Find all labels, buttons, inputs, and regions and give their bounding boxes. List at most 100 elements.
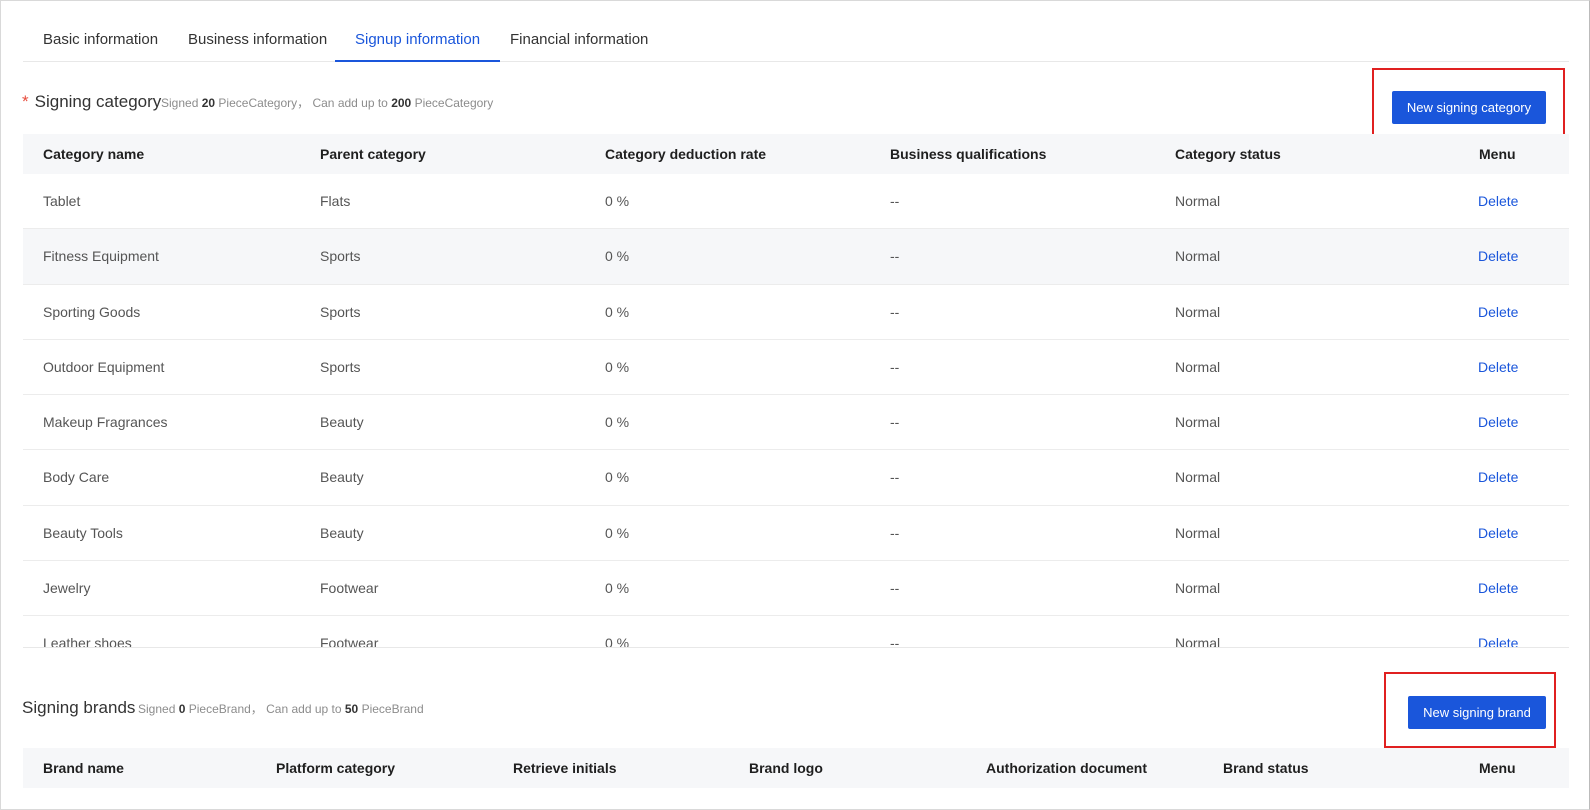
cell-category-name: Body Care: [43, 469, 110, 486]
delete-link[interactable]: Delete: [1478, 616, 1518, 647]
signing-brands-meta: Signed 0 PieceBrand， Can add up to 50 Pi…: [138, 700, 424, 717]
col-brand-status: Brand status: [1223, 760, 1309, 776]
signing-category-meta: Signed 20 PieceCategory， Can add up to 2…: [161, 94, 493, 111]
table-row: Leather shoes Footwear 0 % -- Normal Delete: [23, 616, 1569, 648]
table-row: Body Care Beauty 0 % -- Normal Delete: [23, 450, 1569, 506]
cell-deduction-rate: 0 %: [605, 414, 630, 431]
col-category-status: Category status: [1175, 146, 1281, 162]
col-retrieve-initials: Retrieve initials: [513, 760, 617, 776]
cell-business-qualifications: --: [890, 635, 900, 648]
cell-category-name: Fitness Equipment: [43, 248, 159, 265]
required-mark: *: [22, 92, 29, 111]
cell-parent-category: Beauty: [320, 524, 364, 541]
tab-basic-information[interactable]: Basic information: [43, 21, 158, 62]
delete-link[interactable]: Delete: [1478, 285, 1518, 340]
meta-suffix: PieceCategory: [414, 96, 494, 110]
cell-business-qualifications: --: [890, 469, 900, 486]
signing-category-title-text: Signing category: [34, 92, 162, 111]
col-platform-category: Platform category: [276, 760, 396, 776]
brand-table: Brand name Platform category Retrieve in…: [23, 748, 1569, 788]
signed-count: 0: [178, 702, 186, 716]
category-table-header: Category name Parent category Category d…: [23, 134, 1569, 174]
col-category-name: Category name: [43, 146, 145, 162]
cell-parent-category: Footwear: [320, 635, 379, 648]
delete-link[interactable]: Delete: [1478, 561, 1518, 616]
col-category-deduction-rate: Category deduction rate: [605, 146, 767, 162]
delete-link[interactable]: Delete: [1478, 506, 1518, 561]
meta-prefix: Signed: [161, 96, 199, 110]
cell-parent-category: Sports: [320, 303, 361, 320]
cell-category-status: Normal: [1175, 414, 1221, 431]
brand-table-header: Brand name Platform category Retrieve in…: [23, 748, 1569, 788]
delete-link[interactable]: Delete: [1478, 340, 1518, 395]
cell-business-qualifications: --: [890, 193, 900, 209]
cell-business-qualifications: --: [890, 248, 900, 265]
meta-suffix: PieceBrand: [361, 702, 424, 716]
cell-category-status: Normal: [1175, 635, 1221, 648]
tab-business-information[interactable]: Business information: [188, 21, 327, 62]
cell-business-qualifications: --: [890, 524, 900, 541]
table-row: Beauty Tools Beauty 0 % -- Normal Delete: [23, 506, 1569, 562]
col-brand-menu: Menu: [1479, 760, 1516, 776]
delete-link[interactable]: Delete: [1478, 174, 1518, 229]
col-brand-logo: Brand logo: [749, 760, 823, 776]
col-business-qualifications: Business qualifications: [890, 146, 1047, 162]
signing-brands-title: Signing brands: [22, 698, 136, 717]
cell-category-status: Normal: [1175, 469, 1221, 486]
table-row: Outdoor Equipment Sports 0 % -- Normal Delete: [23, 340, 1569, 396]
cell-business-qualifications: --: [890, 358, 900, 375]
cell-category-status: Normal: [1175, 358, 1221, 375]
cell-category-status: Normal: [1175, 524, 1221, 541]
new-signing-brand-button[interactable]: New signing brand: [1408, 696, 1546, 729]
cell-parent-category: Sports: [320, 358, 361, 375]
cell-parent-category: Flats: [320, 193, 351, 209]
cell-deduction-rate: 0 %: [605, 524, 630, 541]
cell-category-status: Normal: [1175, 193, 1221, 209]
meta-mid: PieceBrand， Can add up to: [188, 702, 342, 716]
cell-deduction-rate: 0 %: [605, 248, 630, 265]
cell-category-name: Sporting Goods: [43, 303, 141, 320]
cell-deduction-rate: 0 %: [605, 635, 630, 648]
meta-prefix: Signed: [138, 702, 176, 716]
table-row: Sporting Goods Sports 0 % -- Normal Delete: [23, 285, 1569, 340]
cell-category-name: Leather shoes: [43, 635, 132, 648]
delete-link[interactable]: Delete: [1478, 450, 1518, 505]
cell-deduction-rate: 0 %: [605, 193, 630, 209]
page-frame: Basic information Business information S…: [0, 0, 1590, 810]
delete-link[interactable]: Delete: [1478, 229, 1518, 284]
col-parent-category: Parent category: [320, 146, 426, 162]
cell-category-name: Jewelry: [43, 580, 91, 597]
cell-deduction-rate: 0 %: [605, 469, 630, 486]
category-table-body[interactable]: Tablet Flats 0 % -- Normal Delete Fitness Equi…: [23, 174, 1569, 648]
delete-link[interactable]: Delete: [1478, 395, 1518, 450]
table-row: Tablet Flats 0 % -- Normal Delete: [23, 174, 1569, 230]
category-table: Category name Parent category Category d…: [23, 134, 1569, 648]
info-tabs: Basic information Business information S…: [23, 21, 1569, 62]
table-row: Jewelry Footwear 0 % -- Normal Delete: [23, 561, 1569, 617]
cell-deduction-rate: 0 %: [605, 580, 630, 597]
cell-category-status: Normal: [1175, 303, 1221, 320]
tab-financial-information[interactable]: Financial information: [510, 21, 648, 62]
cell-deduction-rate: 0 %: [605, 358, 630, 375]
cell-parent-category: Beauty: [320, 414, 364, 431]
cell-business-qualifications: --: [890, 414, 900, 431]
cell-parent-category: Beauty: [320, 469, 364, 486]
tab-signup-information[interactable]: Signup information: [335, 21, 501, 62]
signed-count: 20: [201, 96, 216, 110]
new-signing-category-button[interactable]: New signing category: [1392, 91, 1546, 124]
cell-category-status: Normal: [1175, 248, 1221, 265]
col-authorization-document: Authorization document: [986, 760, 1147, 776]
cell-parent-category: Sports: [320, 248, 361, 265]
max-count: 200: [391, 96, 412, 110]
meta-mid: PieceCategory， Can add up to: [218, 96, 388, 110]
signing-category-title: * Signing category: [22, 92, 161, 112]
cell-category-name: Makeup Fragrances: [43, 414, 168, 431]
table-row: Makeup Fragrances Beauty 0 % -- Normal Delete: [23, 395, 1569, 451]
cell-category-name: Tablet: [43, 193, 81, 209]
cell-business-qualifications: --: [890, 580, 900, 597]
cell-category-name: Outdoor Equipment: [43, 358, 165, 375]
cell-category-status: Normal: [1175, 580, 1221, 597]
col-brand-name: Brand name: [43, 760, 124, 776]
cell-category-name: Beauty Tools: [43, 524, 123, 541]
max-count: 50: [344, 702, 359, 716]
